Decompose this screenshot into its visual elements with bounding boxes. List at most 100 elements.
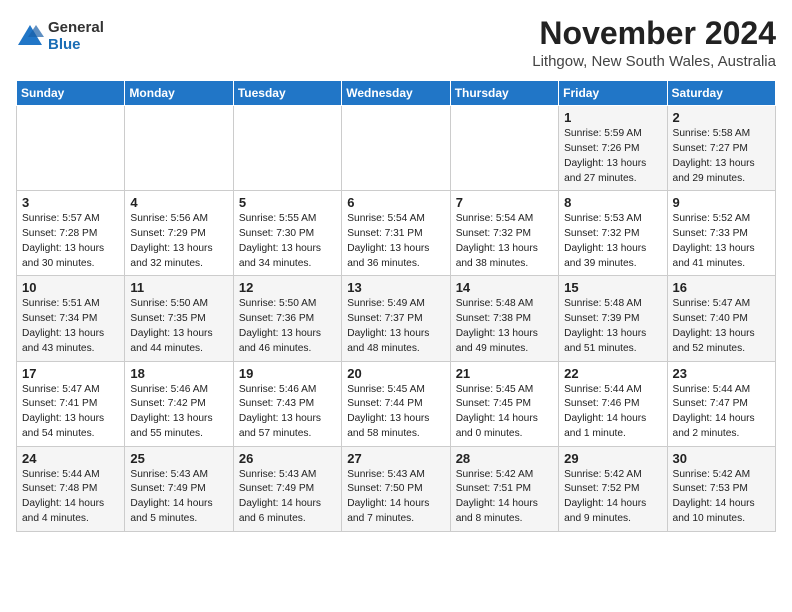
day-number: 23 bbox=[673, 366, 770, 381]
day-number: 10 bbox=[22, 280, 119, 295]
col-header-friday: Friday bbox=[559, 81, 667, 106]
col-header-monday: Monday bbox=[125, 81, 233, 106]
day-cell: 4 Sunrise: 5:56 AM Sunset: 7:29 PM Daylig… bbox=[125, 191, 233, 276]
day-info: Sunrise: 5:46 AM Sunset: 7:42 PM Dayligh… bbox=[130, 383, 227, 442]
day-cell bbox=[450, 106, 558, 191]
day-info: Sunrise: 5:53 AM Sunset: 7:32 PM Dayligh… bbox=[564, 212, 661, 271]
day-cell bbox=[342, 106, 450, 191]
day-cell: 28 Sunrise: 5:42 AM Sunset: 7:51 PM Dayli… bbox=[450, 446, 558, 531]
day-number: 2 bbox=[673, 110, 770, 125]
day-number: 19 bbox=[239, 366, 336, 381]
day-cell: 5 Sunrise: 5:55 AM Sunset: 7:30 PM Daylig… bbox=[233, 191, 341, 276]
day-cell: 17Sunrise: 5:47 AM Sunset: 7:41 PM Dayli… bbox=[17, 361, 125, 446]
day-number: 7 bbox=[456, 195, 553, 210]
day-number: 11 bbox=[130, 280, 227, 295]
day-number: 9 bbox=[673, 195, 770, 210]
col-header-wednesday: Wednesday bbox=[342, 81, 450, 106]
day-number: 13 bbox=[347, 280, 444, 295]
week-row-3: 10Sunrise: 5:51 AM Sunset: 7:34 PM Dayli… bbox=[17, 276, 776, 361]
day-info: Sunrise: 5:42 AM Sunset: 7:51 PM Dayligh… bbox=[456, 468, 553, 527]
day-cell bbox=[233, 106, 341, 191]
day-info: Sunrise: 5:43 AM Sunset: 7:50 PM Dayligh… bbox=[347, 468, 444, 527]
day-info: Sunrise: 5:59 AM Sunset: 7:26 PM Dayligh… bbox=[564, 127, 661, 186]
week-row-4: 17Sunrise: 5:47 AM Sunset: 7:41 PM Dayli… bbox=[17, 361, 776, 446]
title-area: November 2024 Lithgow, New South Wales, … bbox=[532, 16, 776, 70]
day-cell: 14Sunrise: 5:48 AM Sunset: 7:38 PM Dayli… bbox=[450, 276, 558, 361]
day-cell: 2 Sunrise: 5:58 AM Sunset: 7:27 PM Daylig… bbox=[667, 106, 775, 191]
logo: General Blue bbox=[16, 20, 104, 53]
day-info: Sunrise: 5:47 AM Sunset: 7:40 PM Dayligh… bbox=[673, 297, 770, 356]
day-info: Sunrise: 5:48 AM Sunset: 7:38 PM Dayligh… bbox=[456, 297, 553, 356]
header-row: SundayMondayTuesdayWednesdayThursdayFrid… bbox=[17, 81, 776, 106]
week-row-1: 1 Sunrise: 5:59 AM Sunset: 7:26 PM Daylig… bbox=[17, 106, 776, 191]
day-cell: 22 Sunrise: 5:44 AM Sunset: 7:46 PM Dayli… bbox=[559, 361, 667, 446]
day-info: Sunrise: 5:50 AM Sunset: 7:35 PM Dayligh… bbox=[130, 297, 227, 356]
day-cell: 25 Sunrise: 5:43 AM Sunset: 7:49 PM Dayli… bbox=[125, 446, 233, 531]
day-number: 26 bbox=[239, 451, 336, 466]
day-cell bbox=[17, 106, 125, 191]
logo-general-text: General bbox=[48, 20, 104, 37]
day-number: 27 bbox=[347, 451, 444, 466]
day-info: Sunrise: 5:44 AM Sunset: 7:47 PM Dayligh… bbox=[673, 383, 770, 442]
day-number: 20 bbox=[347, 366, 444, 381]
day-number: 1 bbox=[564, 110, 661, 125]
day-info: Sunrise: 5:58 AM Sunset: 7:27 PM Dayligh… bbox=[673, 127, 770, 186]
day-info: Sunrise: 5:43 AM Sunset: 7:49 PM Dayligh… bbox=[130, 468, 227, 527]
day-info: Sunrise: 5:55 AM Sunset: 7:30 PM Dayligh… bbox=[239, 212, 336, 271]
logo-icon bbox=[16, 23, 44, 51]
day-info: Sunrise: 5:45 AM Sunset: 7:44 PM Dayligh… bbox=[347, 383, 444, 442]
day-number: 4 bbox=[130, 195, 227, 210]
day-info: Sunrise: 5:44 AM Sunset: 7:46 PM Dayligh… bbox=[564, 383, 661, 442]
day-number: 21 bbox=[456, 366, 553, 381]
day-number: 8 bbox=[564, 195, 661, 210]
day-info: Sunrise: 5:49 AM Sunset: 7:37 PM Dayligh… bbox=[347, 297, 444, 356]
day-info: Sunrise: 5:47 AM Sunset: 7:41 PM Dayligh… bbox=[22, 383, 119, 442]
day-cell: 8 Sunrise: 5:53 AM Sunset: 7:32 PM Daylig… bbox=[559, 191, 667, 276]
day-number: 6 bbox=[347, 195, 444, 210]
day-number: 15 bbox=[564, 280, 661, 295]
day-cell: 13 Sunrise: 5:49 AM Sunset: 7:37 PM Dayli… bbox=[342, 276, 450, 361]
day-number: 24 bbox=[22, 451, 119, 466]
day-cell: 30 Sunrise: 5:42 AM Sunset: 7:53 PM Dayli… bbox=[667, 446, 775, 531]
day-info: Sunrise: 5:42 AM Sunset: 7:53 PM Dayligh… bbox=[673, 468, 770, 527]
day-info: Sunrise: 5:43 AM Sunset: 7:49 PM Dayligh… bbox=[239, 468, 336, 527]
day-number: 16 bbox=[673, 280, 770, 295]
day-info: Sunrise: 5:56 AM Sunset: 7:29 PM Dayligh… bbox=[130, 212, 227, 271]
day-info: Sunrise: 5:44 AM Sunset: 7:48 PM Dayligh… bbox=[22, 468, 119, 527]
day-number: 30 bbox=[673, 451, 770, 466]
day-cell: 1 Sunrise: 5:59 AM Sunset: 7:26 PM Daylig… bbox=[559, 106, 667, 191]
day-number: 18 bbox=[130, 366, 227, 381]
day-cell: 23 Sunrise: 5:44 AM Sunset: 7:47 PM Dayli… bbox=[667, 361, 775, 446]
logo-blue-text: Blue bbox=[48, 37, 104, 54]
day-info: Sunrise: 5:50 AM Sunset: 7:36 PM Dayligh… bbox=[239, 297, 336, 356]
day-cell: 24 Sunrise: 5:44 AM Sunset: 7:48 PM Dayli… bbox=[17, 446, 125, 531]
week-row-2: 3 Sunrise: 5:57 AM Sunset: 7:28 PM Daylig… bbox=[17, 191, 776, 276]
week-row-5: 24 Sunrise: 5:44 AM Sunset: 7:48 PM Dayli… bbox=[17, 446, 776, 531]
day-info: Sunrise: 5:57 AM Sunset: 7:28 PM Dayligh… bbox=[22, 212, 119, 271]
day-cell: 26 Sunrise: 5:43 AM Sunset: 7:49 PM Dayli… bbox=[233, 446, 341, 531]
day-info: Sunrise: 5:54 AM Sunset: 7:31 PM Dayligh… bbox=[347, 212, 444, 271]
day-cell: 11 Sunrise: 5:50 AM Sunset: 7:35 PM Dayli… bbox=[125, 276, 233, 361]
month-title: November 2024 bbox=[532, 16, 776, 51]
day-info: Sunrise: 5:45 AM Sunset: 7:45 PM Dayligh… bbox=[456, 383, 553, 442]
day-cell: 9 Sunrise: 5:52 AM Sunset: 7:33 PM Daylig… bbox=[667, 191, 775, 276]
day-cell: 3 Sunrise: 5:57 AM Sunset: 7:28 PM Daylig… bbox=[17, 191, 125, 276]
day-cell: 29Sunrise: 5:42 AM Sunset: 7:52 PM Dayli… bbox=[559, 446, 667, 531]
col-header-sunday: Sunday bbox=[17, 81, 125, 106]
day-cell: 20 Sunrise: 5:45 AM Sunset: 7:44 PM Dayli… bbox=[342, 361, 450, 446]
day-cell: 27 Sunrise: 5:43 AM Sunset: 7:50 PM Dayli… bbox=[342, 446, 450, 531]
day-number: 3 bbox=[22, 195, 119, 210]
day-info: Sunrise: 5:52 AM Sunset: 7:33 PM Dayligh… bbox=[673, 212, 770, 271]
day-info: Sunrise: 5:48 AM Sunset: 7:39 PM Dayligh… bbox=[564, 297, 661, 356]
day-number: 28 bbox=[456, 451, 553, 466]
day-cell: 21 Sunrise: 5:45 AM Sunset: 7:45 PM Dayli… bbox=[450, 361, 558, 446]
day-number: 22 bbox=[564, 366, 661, 381]
day-cell: 15 Sunrise: 5:48 AM Sunset: 7:39 PM Dayli… bbox=[559, 276, 667, 361]
day-info: Sunrise: 5:42 AM Sunset: 7:52 PM Dayligh… bbox=[564, 468, 661, 527]
day-number: 25 bbox=[130, 451, 227, 466]
day-cell: 7Sunrise: 5:54 AM Sunset: 7:32 PM Daylig… bbox=[450, 191, 558, 276]
day-cell: 10Sunrise: 5:51 AM Sunset: 7:34 PM Dayli… bbox=[17, 276, 125, 361]
day-number: 5 bbox=[239, 195, 336, 210]
day-info: Sunrise: 5:46 AM Sunset: 7:43 PM Dayligh… bbox=[239, 383, 336, 442]
day-cell: 19 Sunrise: 5:46 AM Sunset: 7:43 PM Dayli… bbox=[233, 361, 341, 446]
